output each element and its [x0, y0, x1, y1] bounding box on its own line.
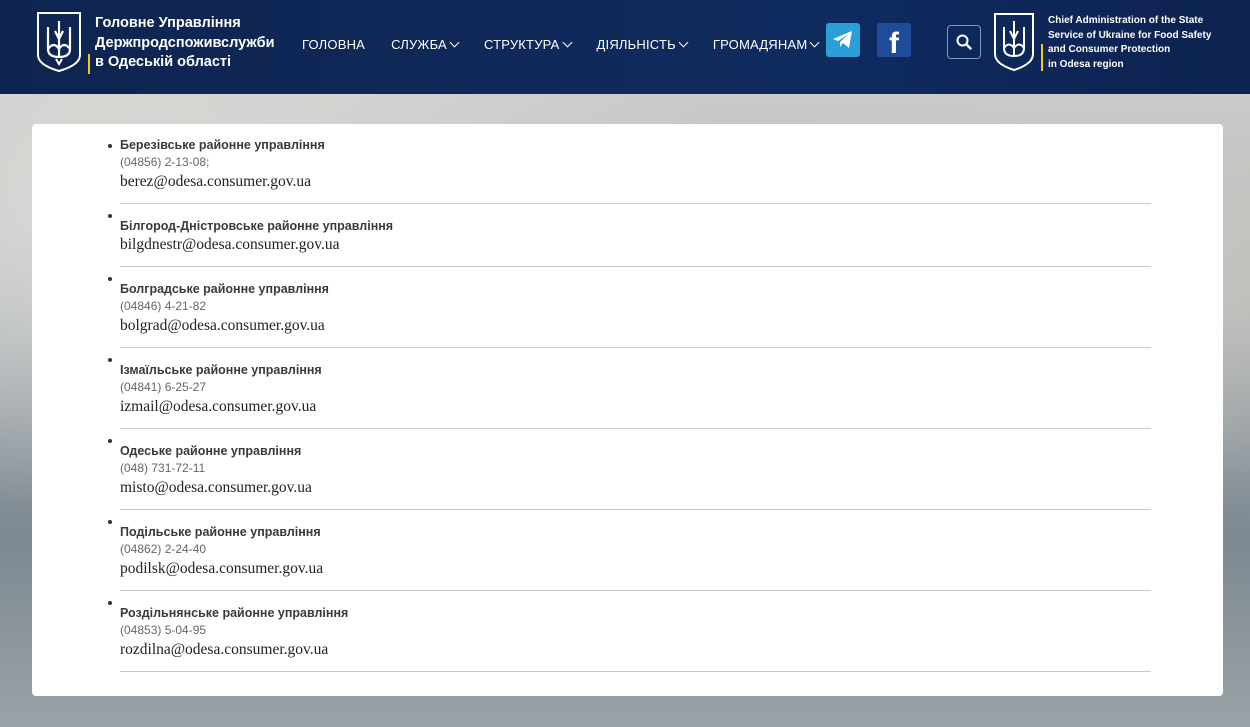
office-name: Одеське районне управління — [120, 444, 302, 458]
office-name: Подільське районне управління — [120, 525, 321, 539]
list-item: Березівське районне управління (04856) 2… — [108, 134, 1151, 204]
nav-item-label: ГОЛОВНА — [302, 37, 366, 52]
list-item: Болградське районне управління (04846) 4… — [108, 267, 1151, 348]
office-list: Березівське районне управління (04856) 2… — [108, 134, 1151, 672]
chevron-down-icon — [809, 37, 820, 48]
org-name-en-line1: Chief Administration of the State — [1048, 15, 1204, 26]
search-icon — [956, 34, 972, 50]
org-name-en-line3: and Consumer Protection — [1048, 44, 1171, 55]
nav-item-citizens[interactable]: ГРОМАДЯНАМ — [712, 37, 820, 52]
nav-item-structure[interactable]: СТРУКТУРА — [483, 37, 572, 52]
list-item: Подільське районне управління (04862) 2-… — [108, 510, 1151, 591]
office-phone: (04862) 2-24-40 — [120, 542, 207, 556]
office-name: Роздільнянське районне управління — [120, 606, 349, 620]
chevron-down-icon — [562, 37, 572, 48]
list-item: Роздільнянське районне управління (04853… — [108, 591, 1151, 672]
main-nav: ГОЛОВНА СЛУЖБА СТРУКТУРА ДІЯЛЬНІСТЬ ГРОМ… — [302, 37, 844, 52]
site-header: Головне Управління Держпродспоживслужби … — [0, 0, 1250, 94]
facebook-icon: f — [889, 27, 899, 57]
office-phone: (04846) 4-21-82 — [120, 299, 207, 313]
chevron-down-icon — [449, 37, 460, 48]
list-item: Білгород-Дністровське районне управління… — [108, 204, 1151, 267]
nav-item-home[interactable]: ГОЛОВНА — [302, 37, 365, 52]
chevron-down-icon — [678, 37, 689, 48]
office-name: Болградське районне управління — [120, 282, 329, 296]
office-phone: (04856) 2-13-08; — [120, 155, 210, 169]
office-email-link[interactable]: rozdilna@odesa.consumer.gov.ua — [120, 639, 1151, 661]
list-item: Одеське районне управління (048) 731-72-… — [108, 429, 1151, 510]
org-name-ua[interactable]: Головне Управління Держпродспоживслужби … — [88, 14, 275, 74]
nav-item-label: СЛУЖБА — [391, 37, 447, 52]
office-phone: (04841) 6-25-27 — [120, 380, 207, 394]
brand-accent-bar — [1041, 44, 1043, 71]
coat-of-arms-icon[interactable] — [993, 12, 1035, 72]
brand-accent-bar — [88, 54, 90, 74]
org-name-ua-line1: Головне Управління — [95, 15, 241, 31]
nav-item-service[interactable]: СЛУЖБА — [391, 37, 460, 52]
office-name: Ізмаїльське районне управління — [120, 363, 322, 377]
org-name-ua-line2: Держпродспоживслужби — [95, 34, 275, 51]
org-name-ua-line3: в Одеській області — [95, 54, 232, 70]
facebook-button[interactable]: f — [877, 23, 911, 57]
office-phone: (04853) 5-04-95 — [120, 623, 207, 637]
telegram-button[interactable] — [826, 23, 860, 57]
office-email-link[interactable]: berez@odesa.consumer.gov.ua — [120, 171, 1151, 193]
list-item: Ізмаїльське районне управління (04841) 6… — [108, 348, 1151, 429]
office-name: Білгород-Дністровське районне управління — [120, 219, 394, 233]
search-button[interactable] — [947, 25, 981, 59]
office-phone: (048) 731-72-11 — [120, 461, 206, 475]
content-card: Березівське районне управління (04856) 2… — [32, 124, 1223, 696]
office-email-link[interactable]: izmail@odesa.consumer.gov.ua — [120, 396, 1151, 418]
office-email-link[interactable]: bilgdnestr@odesa.consumer.gov.ua — [120, 234, 1151, 256]
org-name-en[interactable]: Chief Administration of the State Servic… — [1048, 14, 1228, 72]
coat-of-arms-icon[interactable] — [36, 11, 82, 73]
org-name-en-line4: in Odesa region — [1048, 58, 1124, 70]
office-email-link[interactable]: bolgrad@odesa.consumer.gov.ua — [120, 315, 1151, 337]
org-name-en-line2: Service of Ukraine for Food Safety — [1048, 29, 1212, 41]
nav-item-label: ДІЯЛЬНІСТЬ — [596, 37, 676, 52]
office-name: Березівське районне управління — [120, 138, 325, 152]
office-email-link[interactable]: podilsk@odesa.consumer.gov.ua — [120, 558, 1151, 580]
nav-item-label: СТРУКТУРА — [483, 37, 560, 52]
nav-item-activity[interactable]: ДІЯЛЬНІСТЬ — [596, 37, 689, 52]
telegram-icon — [833, 31, 852, 48]
nav-item-label: ГРОМАДЯНАМ — [712, 37, 808, 52]
office-email-link[interactable]: misto@odesa.consumer.gov.ua — [120, 477, 1151, 499]
